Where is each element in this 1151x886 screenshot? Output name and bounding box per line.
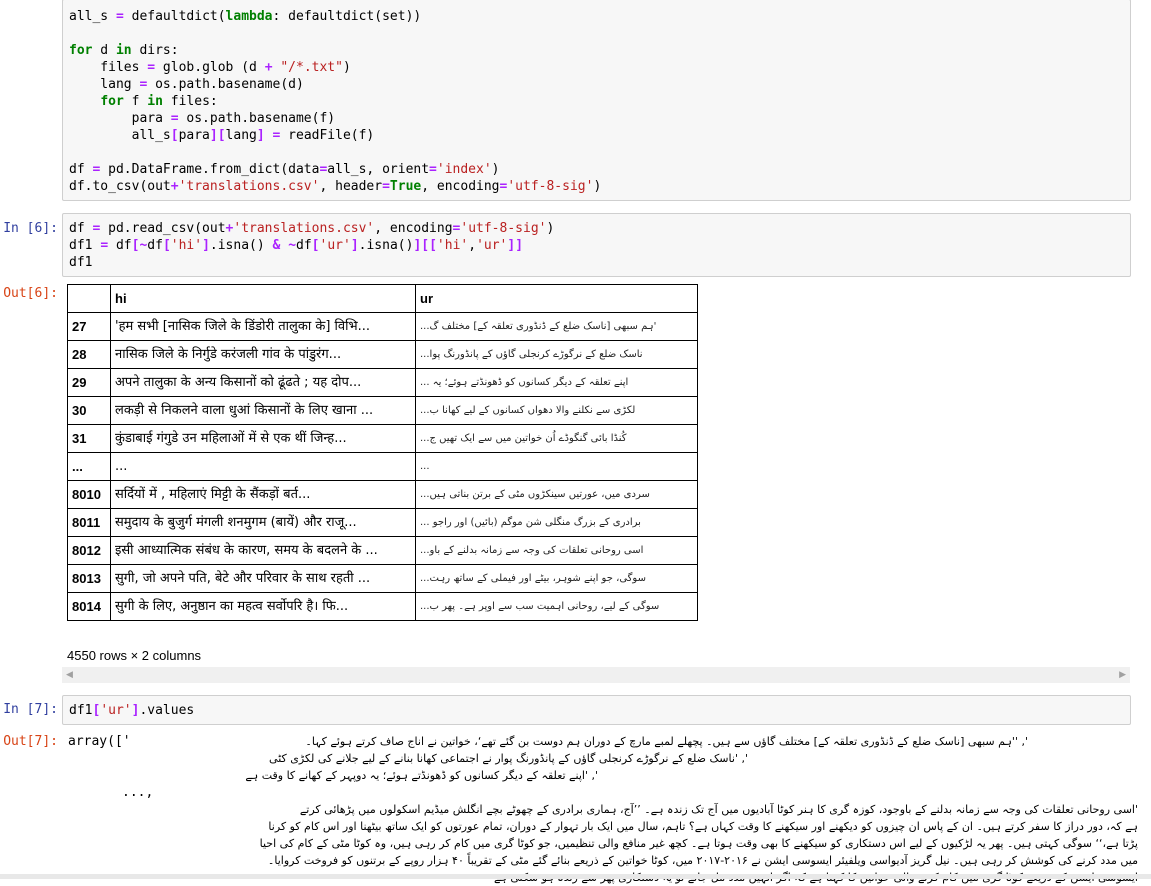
input-prompt-6: In [6]: — [3, 221, 58, 236]
row-index: 8014 — [67, 592, 111, 621]
scroll-left-icon[interactable]: ◀ — [66, 670, 73, 680]
cell-hi: 'हम सभी [नासिक जिले के डिंडोरी तालुका के… — [110, 312, 416, 341]
code-cell-top-input[interactable]: all_s = defaultdict(lambda: defaultdict(… — [62, 0, 1131, 201]
code-cell-7-input[interactable]: df1['ur'].values — [62, 695, 1131, 725]
cell-hi: लकड़ी से निकलने वाला धुआं किसानों के लिए… — [110, 396, 416, 425]
array-line: ناسک ضلع کے نرگوڑے کرنجلی گاؤں کے پانڈور… — [269, 752, 748, 765]
code-line: files = glob.glob (d + "/*.txt") — [69, 60, 351, 75]
code-line: df1 = df[~df['hi'].isna() & ~df['ur'].is… — [69, 238, 524, 253]
row-index: 28 — [67, 340, 111, 369]
row-index: 8010 — [67, 480, 111, 509]
code-line: all_s = defaultdict(lambda: defaultdict(… — [69, 9, 422, 24]
table-row: 8013 सुगी, जो अपने पति, बेटे और परिवार के… — [67, 564, 698, 593]
cell-ur: ... اپنے تعلقہ کے دیگر کسانوں کو ڈھونڈتے… — [415, 368, 698, 397]
cell-hi: कुंडाबाई गंगुडे उन महिलाओं में से एक थीं… — [110, 424, 416, 453]
output-prompt-6: Out[6]: — [3, 286, 58, 301]
code-line: df = pd.DataFrame.from_dict(data=all_s, … — [69, 162, 500, 177]
table-row: 8012 इसी आध्यात्मिक संबंध के कारण, समय के… — [67, 536, 698, 565]
horizontal-scrollbar[interactable]: ◀ ▶ — [62, 667, 1130, 683]
page-bottom-scrollbar[interactable] — [0, 874, 1151, 879]
table-row: 28 नासिक जिले के निर्गुडे करंजली गांव के … — [67, 340, 698, 369]
cell-hi: सर्दियों में , महिलाएं मिट्टी के सैंकड़ो… — [110, 480, 416, 509]
array-ellipsis: ..., — [122, 785, 154, 800]
code-line: para = os.path.basename(f) — [69, 111, 336, 126]
code-line: for f in files: — [100, 94, 218, 109]
array-line: پڑتا ہے،‘‘ سوگی کہتی ہیں۔ پھر یہ لڑکیوں … — [259, 837, 1138, 850]
array-output: array([' ہم سبھی [ناسک ضلع کے ڈنڈوری تعل… — [68, 733, 1138, 886]
table-row: 8011 समुदाय के बुजुर्ग मंगली शनमुगम (बाये… — [67, 508, 698, 537]
row-index: 8013 — [67, 564, 111, 593]
input-prompt-7: In [7]: — [3, 702, 58, 717]
cell-ur: ...لکڑی سے نکلنے والا دھواں کسانوں کے لی… — [415, 396, 698, 425]
code-line: lang = os.path.basename(d) — [69, 77, 304, 92]
table-row: ......... — [67, 452, 698, 481]
cell-hi: नासिक जिले के निर्गुडे करंजली गांव के पा… — [110, 340, 416, 369]
row-index: 8012 — [67, 536, 111, 565]
column-header-hi: hi — [110, 284, 416, 313]
code-line: df1 — [69, 255, 93, 270]
cell-hi: इसी आध्यात्मिक संबंध के कारण, समय के बदल… — [110, 536, 416, 565]
table-row: 8014 सुगी के लिए, अनुष्ठान का महत्व सर्वो… — [67, 592, 698, 621]
dataframe-table: hi ur 27 'हम सभी [नासिक जिले के डिंडोरी त… — [67, 284, 698, 621]
row-index: 31 — [67, 424, 111, 453]
cell-hi: सुगी, जो अपने पति, बेटे और परिवार के साथ… — [110, 564, 416, 593]
code-line: all_s[para][lang] = readFile(f) — [69, 128, 375, 143]
table-row: 27 'हम सभी [नासिक जिले के डिंडोरी तालुका … — [67, 312, 698, 341]
cell-ur: ...ہم سبھی [ناسک ضلع کے ڈنڈوری تعلقہ کے]… — [415, 312, 698, 341]
row-index: 8011 — [67, 508, 111, 537]
table-header-row: hi ur — [67, 284, 698, 313]
cell-hi: ... — [110, 452, 416, 481]
code-line: df.to_csv(out+'translations.csv', header… — [69, 179, 602, 194]
index-header — [67, 284, 111, 313]
array-line: ہم سبھی [ناسک ضلع کے ڈنڈوری تعلقہ کے] مخ… — [305, 735, 1028, 748]
cell-ur: ... برادری کے بزرگ منگلی شن موگم (بائیں)… — [415, 508, 698, 537]
cell-hi: अपने तालुका के अन्य किसानों को ढूंढते ; … — [110, 368, 416, 397]
table-row: 29 अपने तालुका के अन्य किसानों को ढूंढते … — [67, 368, 698, 397]
array-line: میں مدد کرنے کی کوشش کر رہی ہیں۔ نیل گری… — [267, 854, 1138, 867]
code-line: for d in dirs: — [69, 43, 179, 58]
table-row: 30 लकड़ी से निकलने वाला धुआं किसानों के ल… — [67, 396, 698, 425]
table-row: 31 कुंडाबाई गंगुडे उन महिलाओं में से एक थ… — [67, 424, 698, 453]
cell-ur: ... — [415, 452, 698, 481]
cell-hi: समुदाय के बुजुर्ग मंगली शनमुगम (बायें) औ… — [110, 508, 416, 537]
array-line: ہے کہ، دور دراز کا سفر کرتے ہیں۔ ان کے پ… — [268, 820, 1138, 833]
code-line: df1['ur'].values — [69, 703, 195, 718]
row-index: ... — [67, 452, 111, 481]
cell-ur: ...سوگی، جو اپنے شوہر، بیٹے اور فیملی کے… — [415, 564, 698, 593]
cell-ur: ...سردی میں، عورتیں سینکڑوں مٹی کے برتن … — [415, 480, 698, 509]
scroll-right-icon[interactable]: ▶ — [1119, 670, 1126, 680]
cell-ur: ...اسی روحانی تعلقات کی وجہ سے زمانہ بدل… — [415, 536, 698, 565]
dataframe-shape: 4550 rows × 2 columns — [67, 648, 202, 663]
cell-ur: ...سوگی کے لیے، روحانی اہمیت سب سے اوپر … — [415, 592, 698, 621]
code-cell-6-input[interactable]: df = pd.read_csv(out+'translations.csv',… — [62, 213, 1131, 277]
cell-ur: ...ناسک ضلع کے نرگوڑے کرنجلی گاؤں کے پان… — [415, 340, 698, 369]
table-row: 8010 सर्दियों में , महिलाएं मिट्टी के सैं… — [67, 480, 698, 509]
array-prefix: array([' — [68, 734, 131, 749]
row-index: 27 — [67, 312, 111, 341]
code-line: df = pd.read_csv(out+'translations.csv',… — [69, 221, 555, 236]
row-index: 30 — [67, 396, 111, 425]
cell-ur: ...کُنڈا بائی گنگوڈے اُن خواتین میں سے ا… — [415, 424, 698, 453]
cell-hi: सुगी के लिए, अनुष्ठान का महत्व सर्वोपरि … — [110, 592, 416, 621]
output-prompt-7: Out[7]: — [3, 734, 58, 749]
array-line: اسی روحانی تعلقات کی وجہ سے زمانہ بدلنے … — [299, 803, 1138, 816]
column-header-ur: ur — [415, 284, 698, 313]
row-index: 29 — [67, 368, 111, 397]
array-line: اپنے تعلقہ کے دیگر کسانوں کو ڈھونڈتے ہوئ… — [245, 769, 598, 782]
